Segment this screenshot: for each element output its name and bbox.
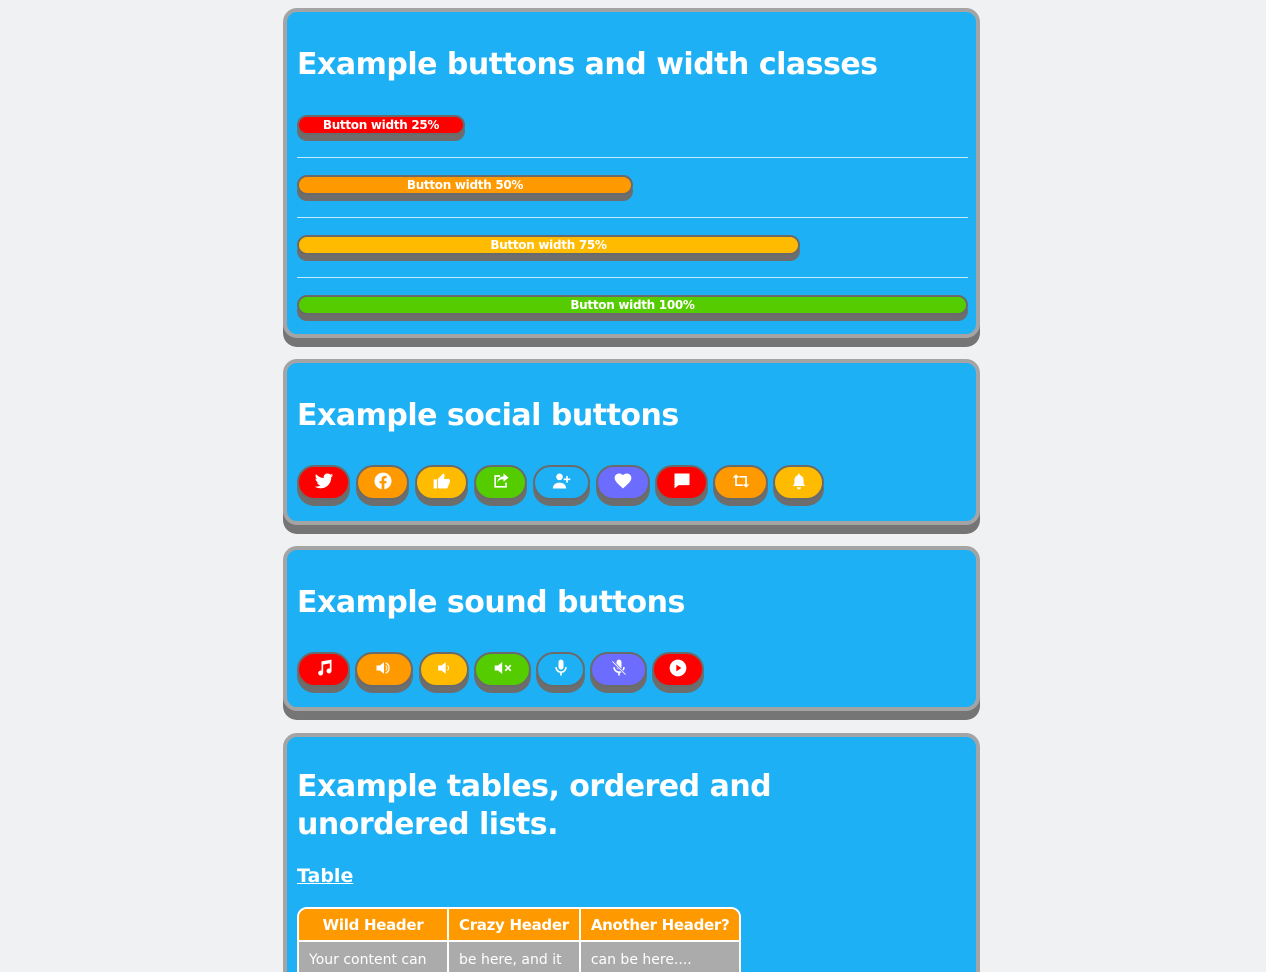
- table-cell: Your content can: [299, 940, 449, 972]
- retweet-icon: [731, 471, 751, 495]
- table-cell: can be here....: [580, 940, 740, 972]
- microphone-off-button[interactable]: [590, 652, 647, 687]
- sound-buttons-card: Example sound buttons: [283, 546, 980, 711]
- facebook-icon: [373, 471, 393, 495]
- bell-icon: [789, 471, 809, 495]
- like-button[interactable]: [415, 465, 468, 500]
- share-icon: [491, 471, 511, 495]
- table-header-row: Wild Header Crazy Header Another Header?: [299, 909, 740, 940]
- table-header-cell: Crazy Header: [449, 909, 581, 940]
- table-header-cell: Another Header?: [580, 909, 740, 940]
- divider: [297, 157, 968, 158]
- volume-up-icon: [374, 658, 394, 682]
- volume-mute-button[interactable]: [474, 652, 531, 687]
- divider: [297, 277, 968, 278]
- table-row: Your content can be here, and it can be …: [299, 940, 740, 972]
- card-title: Example buttons and width classes: [297, 47, 878, 82]
- card-title: Example social buttons: [297, 398, 679, 433]
- volume-down-icon: [434, 658, 454, 682]
- thumbs-up-icon: [432, 471, 452, 495]
- notify-button[interactable]: [773, 465, 824, 500]
- page: Example buttons and width classes Button…: [0, 0, 1266, 972]
- social-buttons-card: Example social buttons: [283, 359, 980, 525]
- width-classes-card: Example buttons and width classes Button…: [283, 8, 980, 338]
- example-table: Wild Header Crazy Header Another Header?…: [297, 907, 742, 972]
- microphone-button[interactable]: [536, 652, 585, 687]
- play-button[interactable]: [652, 652, 704, 687]
- play-icon: [668, 658, 688, 682]
- twitter-icon: [314, 471, 334, 495]
- button-width-25[interactable]: Button width 25%: [297, 115, 465, 135]
- music-icon: [314, 658, 334, 682]
- button-width-75[interactable]: Button width 75%: [297, 235, 800, 255]
- table-link[interactable]: Table: [297, 865, 353, 887]
- button-width-100[interactable]: Button width 100%: [297, 295, 968, 315]
- volume-mute-icon: [493, 658, 513, 682]
- add-user-icon: [552, 471, 572, 495]
- heart-icon: [613, 471, 633, 495]
- favorite-button[interactable]: [596, 465, 650, 500]
- microphone-off-icon: [609, 658, 629, 682]
- divider: [297, 217, 968, 218]
- music-button[interactable]: [297, 652, 350, 687]
- comment-icon: [672, 471, 692, 495]
- facebook-button[interactable]: [356, 465, 409, 500]
- retweet-button[interactable]: [713, 465, 768, 500]
- volume-up-button[interactable]: [355, 652, 413, 687]
- card-title: Example tables, ordered and unordered li…: [297, 769, 772, 842]
- twitter-button[interactable]: [297, 465, 350, 500]
- table-header-cell: Wild Header: [299, 909, 449, 940]
- table-cell: be here, and it: [449, 940, 581, 972]
- button-width-50[interactable]: Button width 50%: [297, 175, 633, 195]
- add-user-button[interactable]: [533, 465, 590, 500]
- tables-lists-card: Example tables, ordered and unordered li…: [283, 733, 980, 972]
- card-title: Example sound buttons: [297, 585, 685, 620]
- comment-button[interactable]: [655, 465, 708, 500]
- volume-down-button[interactable]: [419, 652, 469, 687]
- share-button[interactable]: [474, 465, 527, 500]
- microphone-icon: [551, 658, 571, 682]
